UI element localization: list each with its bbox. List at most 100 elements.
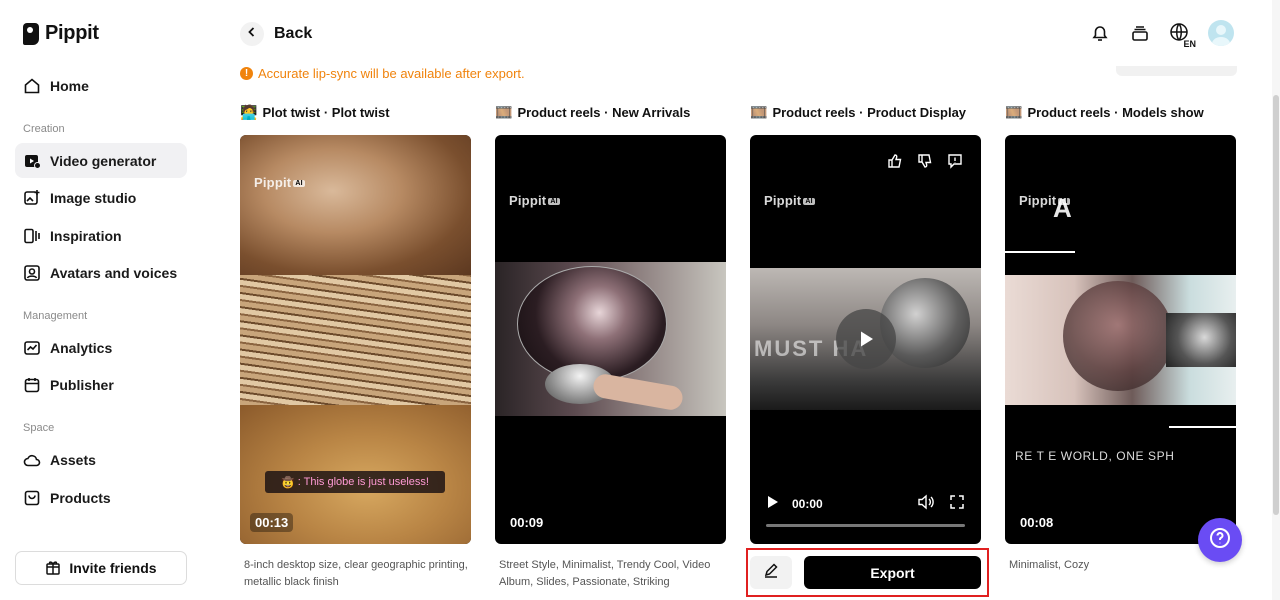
cowboy-emoji-icon: 🤠 xyxy=(281,476,295,489)
chevron-left-icon xyxy=(246,25,258,43)
video-subtitle: 🤠 : This globe is just useless! xyxy=(265,471,445,493)
hand-image xyxy=(591,372,685,412)
subtitle-text: : This globe is just useless! xyxy=(297,476,429,488)
sidebar-item-publisher[interactable]: Publisher xyxy=(15,367,187,402)
scrollbar-thumb[interactable] xyxy=(1273,95,1279,515)
film-icon: 🎞️ xyxy=(1005,104,1023,120)
section-label-space: Space xyxy=(23,422,55,434)
back-label[interactable]: Back xyxy=(274,25,312,43)
sidebar-item-label: Publisher xyxy=(50,376,114,393)
lip-sync-notice: ! Accurate lip-sync will be available af… xyxy=(240,66,525,81)
video-duration: 00:09 xyxy=(505,513,549,532)
sidebar-item-label: Video generator xyxy=(50,152,157,169)
play-button[interactable] xyxy=(836,309,896,369)
sidebar-item-label: Analytics xyxy=(50,339,113,356)
warning-icon: ! xyxy=(240,67,253,80)
sidebar-item-label: Image studio xyxy=(50,189,137,206)
gift-icon xyxy=(45,559,61,578)
sidebar-item-image-studio[interactable]: Image studio xyxy=(15,180,187,215)
video-card-plot-twist[interactable]: Pippit AI 🤠 : This globe is just useless!… xyxy=(240,135,471,544)
video-duration: 00:08 xyxy=(1015,513,1059,532)
pippit-logo[interactable]: Pippit xyxy=(23,22,99,45)
home-icon xyxy=(23,77,41,95)
bell-icon[interactable] xyxy=(1088,21,1112,45)
inspiration-icon xyxy=(23,227,41,245)
cloud-icon xyxy=(23,451,41,469)
card-title-2: 🎞️ Product reels · New Arrivals xyxy=(495,104,690,121)
logo-text: Pippit xyxy=(45,22,99,44)
volume-icon[interactable] xyxy=(917,493,935,515)
card-stack-icon[interactable] xyxy=(1128,21,1152,45)
sidebar-item-home[interactable]: Home xyxy=(15,68,187,103)
toolbar-edge xyxy=(1116,66,1237,76)
image-plus-icon xyxy=(23,189,41,207)
calendar-icon xyxy=(23,376,41,394)
video-plus-icon xyxy=(23,152,41,170)
globe-language-icon[interactable]: EN xyxy=(1168,21,1196,49)
player-controls: 00:00 xyxy=(766,493,965,515)
invite-friends-label: Invite friends xyxy=(69,560,157,576)
sidebar-item-label: Inspiration xyxy=(50,227,122,244)
video-card-new-arrivals[interactable]: Pippit AI 00:09 xyxy=(495,135,726,544)
sidebar-item-inspiration[interactable]: Inspiration xyxy=(15,218,187,253)
card-description-2: Street Style, Minimalist, Trendy Cool, V… xyxy=(499,559,711,588)
video-frame-books xyxy=(240,275,471,405)
scrollbar[interactable] xyxy=(1272,0,1280,600)
sidebar-item-products[interactable]: Products xyxy=(15,480,187,515)
play-icon xyxy=(861,331,873,347)
video-duration: 00:13 xyxy=(250,513,294,532)
sidebar-item-assets[interactable]: Assets xyxy=(15,442,187,477)
section-label-creation: Creation xyxy=(23,123,65,135)
decor-line xyxy=(1005,251,1075,253)
video-frame-globe xyxy=(495,262,726,416)
help-button[interactable] xyxy=(1198,518,1242,562)
back-button[interactable] xyxy=(240,22,264,46)
video-caption-text: RE T E WORLD, ONE SPH xyxy=(1015,449,1175,463)
invite-friends-button[interactable]: Invite friends xyxy=(15,551,187,585)
report-icon[interactable] xyxy=(945,151,965,171)
card-title-1: 🧑‍💻 Plot twist · Plot twist xyxy=(240,104,390,121)
edit-button[interactable] xyxy=(750,556,792,589)
sidebar-item-video-generator[interactable]: Video generator xyxy=(15,143,187,178)
card-title-text: Product reels · Product Display xyxy=(772,105,967,120)
card-title-text: Product reels · Models show xyxy=(1027,105,1204,120)
export-button[interactable]: Export xyxy=(804,556,981,589)
sidebar: Pippit Home Creation Video generator Ima… xyxy=(0,0,202,600)
feedback-buttons xyxy=(885,151,965,171)
fullscreen-icon[interactable] xyxy=(949,494,965,515)
video-frame-top xyxy=(240,135,471,275)
film-icon: 🎞️ xyxy=(750,104,768,120)
card-title-text: Product reels · New Arrivals xyxy=(517,105,691,120)
header-actions: EN xyxy=(1088,20,1234,49)
player-time: 00:00 xyxy=(792,497,823,511)
avatar-icon xyxy=(23,264,41,282)
globe-blur-image xyxy=(1063,281,1173,391)
video-overlay-letter: A xyxy=(1053,193,1072,223)
notice-text: Accurate lip-sync will be available afte… xyxy=(258,66,525,81)
thumbs-down-icon[interactable] xyxy=(915,151,935,171)
sidebar-item-label: Home xyxy=(50,77,89,94)
video-card-models-show[interactable]: Pippit AI A RE T E WORLD, ONE SPH 00:08 xyxy=(1005,135,1236,544)
pippit-logo-icon xyxy=(23,22,39,45)
section-label-management: Management xyxy=(23,310,88,322)
card-description-1: 8-inch desktop size, clear geographic pr… xyxy=(244,559,468,588)
film-icon: 🎞️ xyxy=(495,104,513,120)
thumbs-up-icon[interactable] xyxy=(885,151,905,171)
watermark: Pippit AI xyxy=(764,193,815,208)
video-progress-bar[interactable] xyxy=(766,524,965,527)
decor-line xyxy=(1169,426,1236,428)
bag-icon xyxy=(23,489,41,507)
watermark: Pippit AI xyxy=(254,175,305,190)
watermark: Pippit AI xyxy=(509,193,560,208)
sidebar-item-avatars-and-voices[interactable]: Avatars and voices xyxy=(15,255,187,290)
video-card-product-display[interactable]: Pippit AI MUST HA 00:00 xyxy=(750,135,981,544)
play-small-icon[interactable] xyxy=(766,495,780,514)
sidebar-item-analytics[interactable]: Analytics xyxy=(15,330,187,365)
sidebar-item-label: Assets xyxy=(50,451,96,468)
sidebar-item-label: Avatars and voices xyxy=(50,264,178,281)
card-title-4: 🎞️ Product reels · Models show xyxy=(1005,104,1204,121)
sidebar-item-label: Products xyxy=(50,489,111,506)
card-title-text: Plot twist · Plot twist xyxy=(262,105,390,120)
card-title-3: 🎞️ Product reels · Product Display xyxy=(750,104,966,121)
user-avatar[interactable] xyxy=(1208,20,1234,46)
